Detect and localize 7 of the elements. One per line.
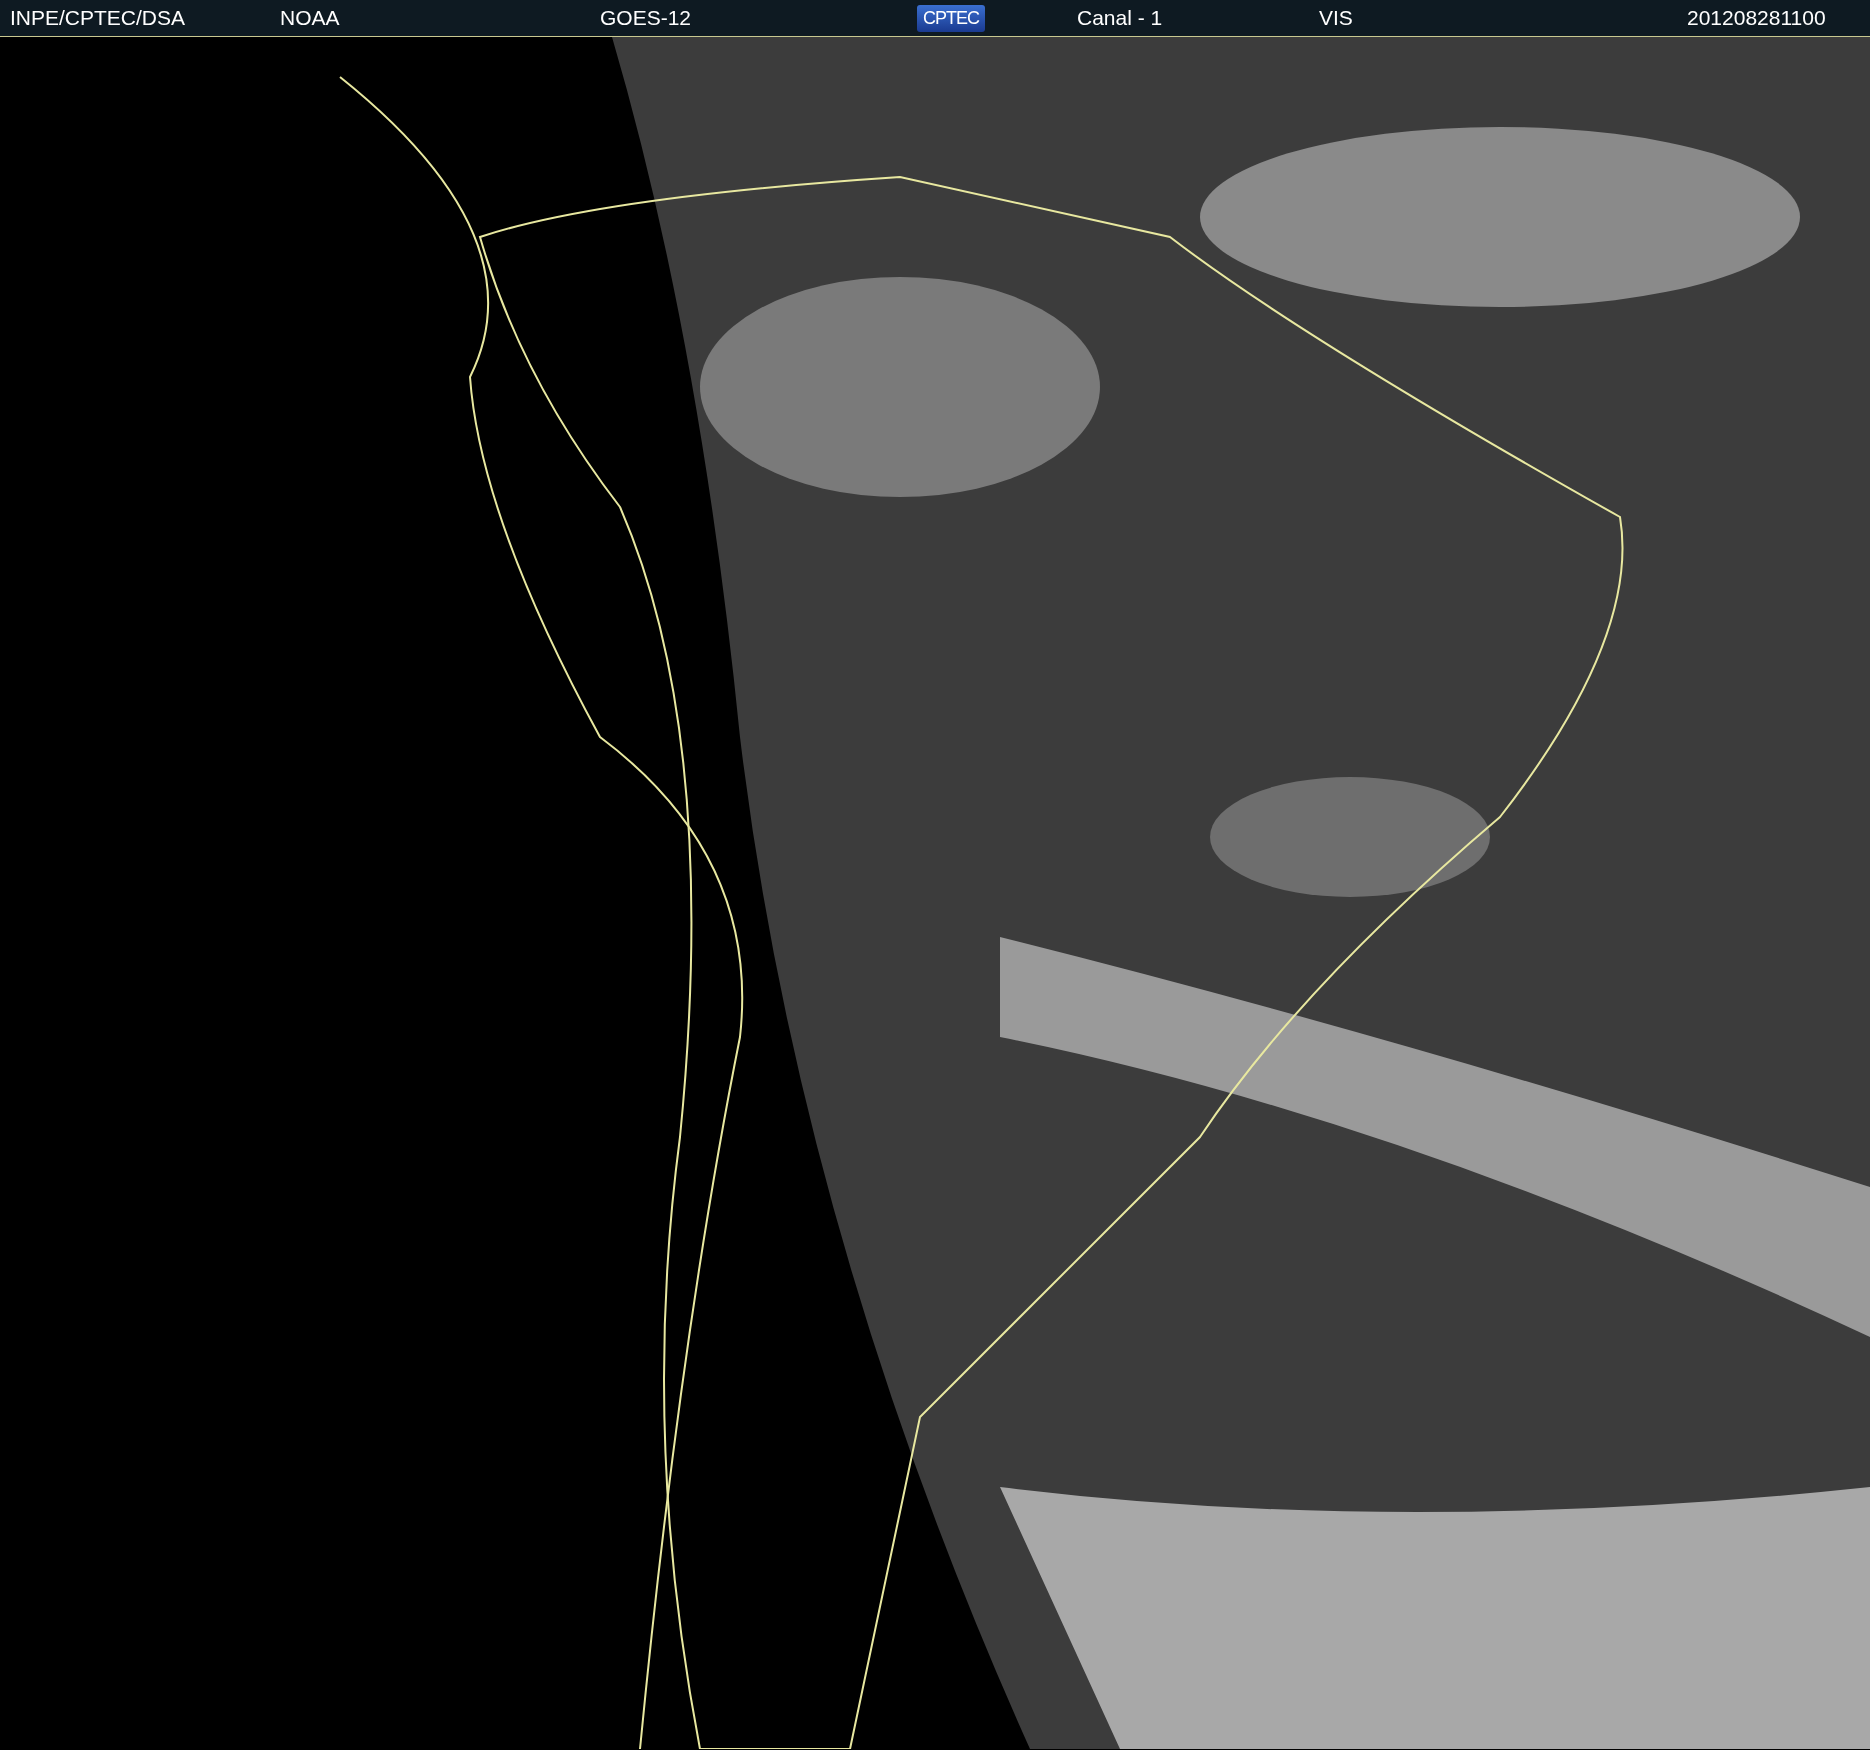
channel-label: Canal - 1	[1077, 6, 1164, 30]
source-label: NOAA	[280, 6, 341, 30]
agency-label: INPE/CPTEC/DSA	[9, 6, 187, 30]
timestamp-label: 201208281100	[1687, 6, 1827, 30]
satellite-label: GOES-12	[600, 6, 693, 30]
band-label: VIS	[1319, 6, 1354, 30]
logo: CPTEC	[917, 4, 985, 32]
